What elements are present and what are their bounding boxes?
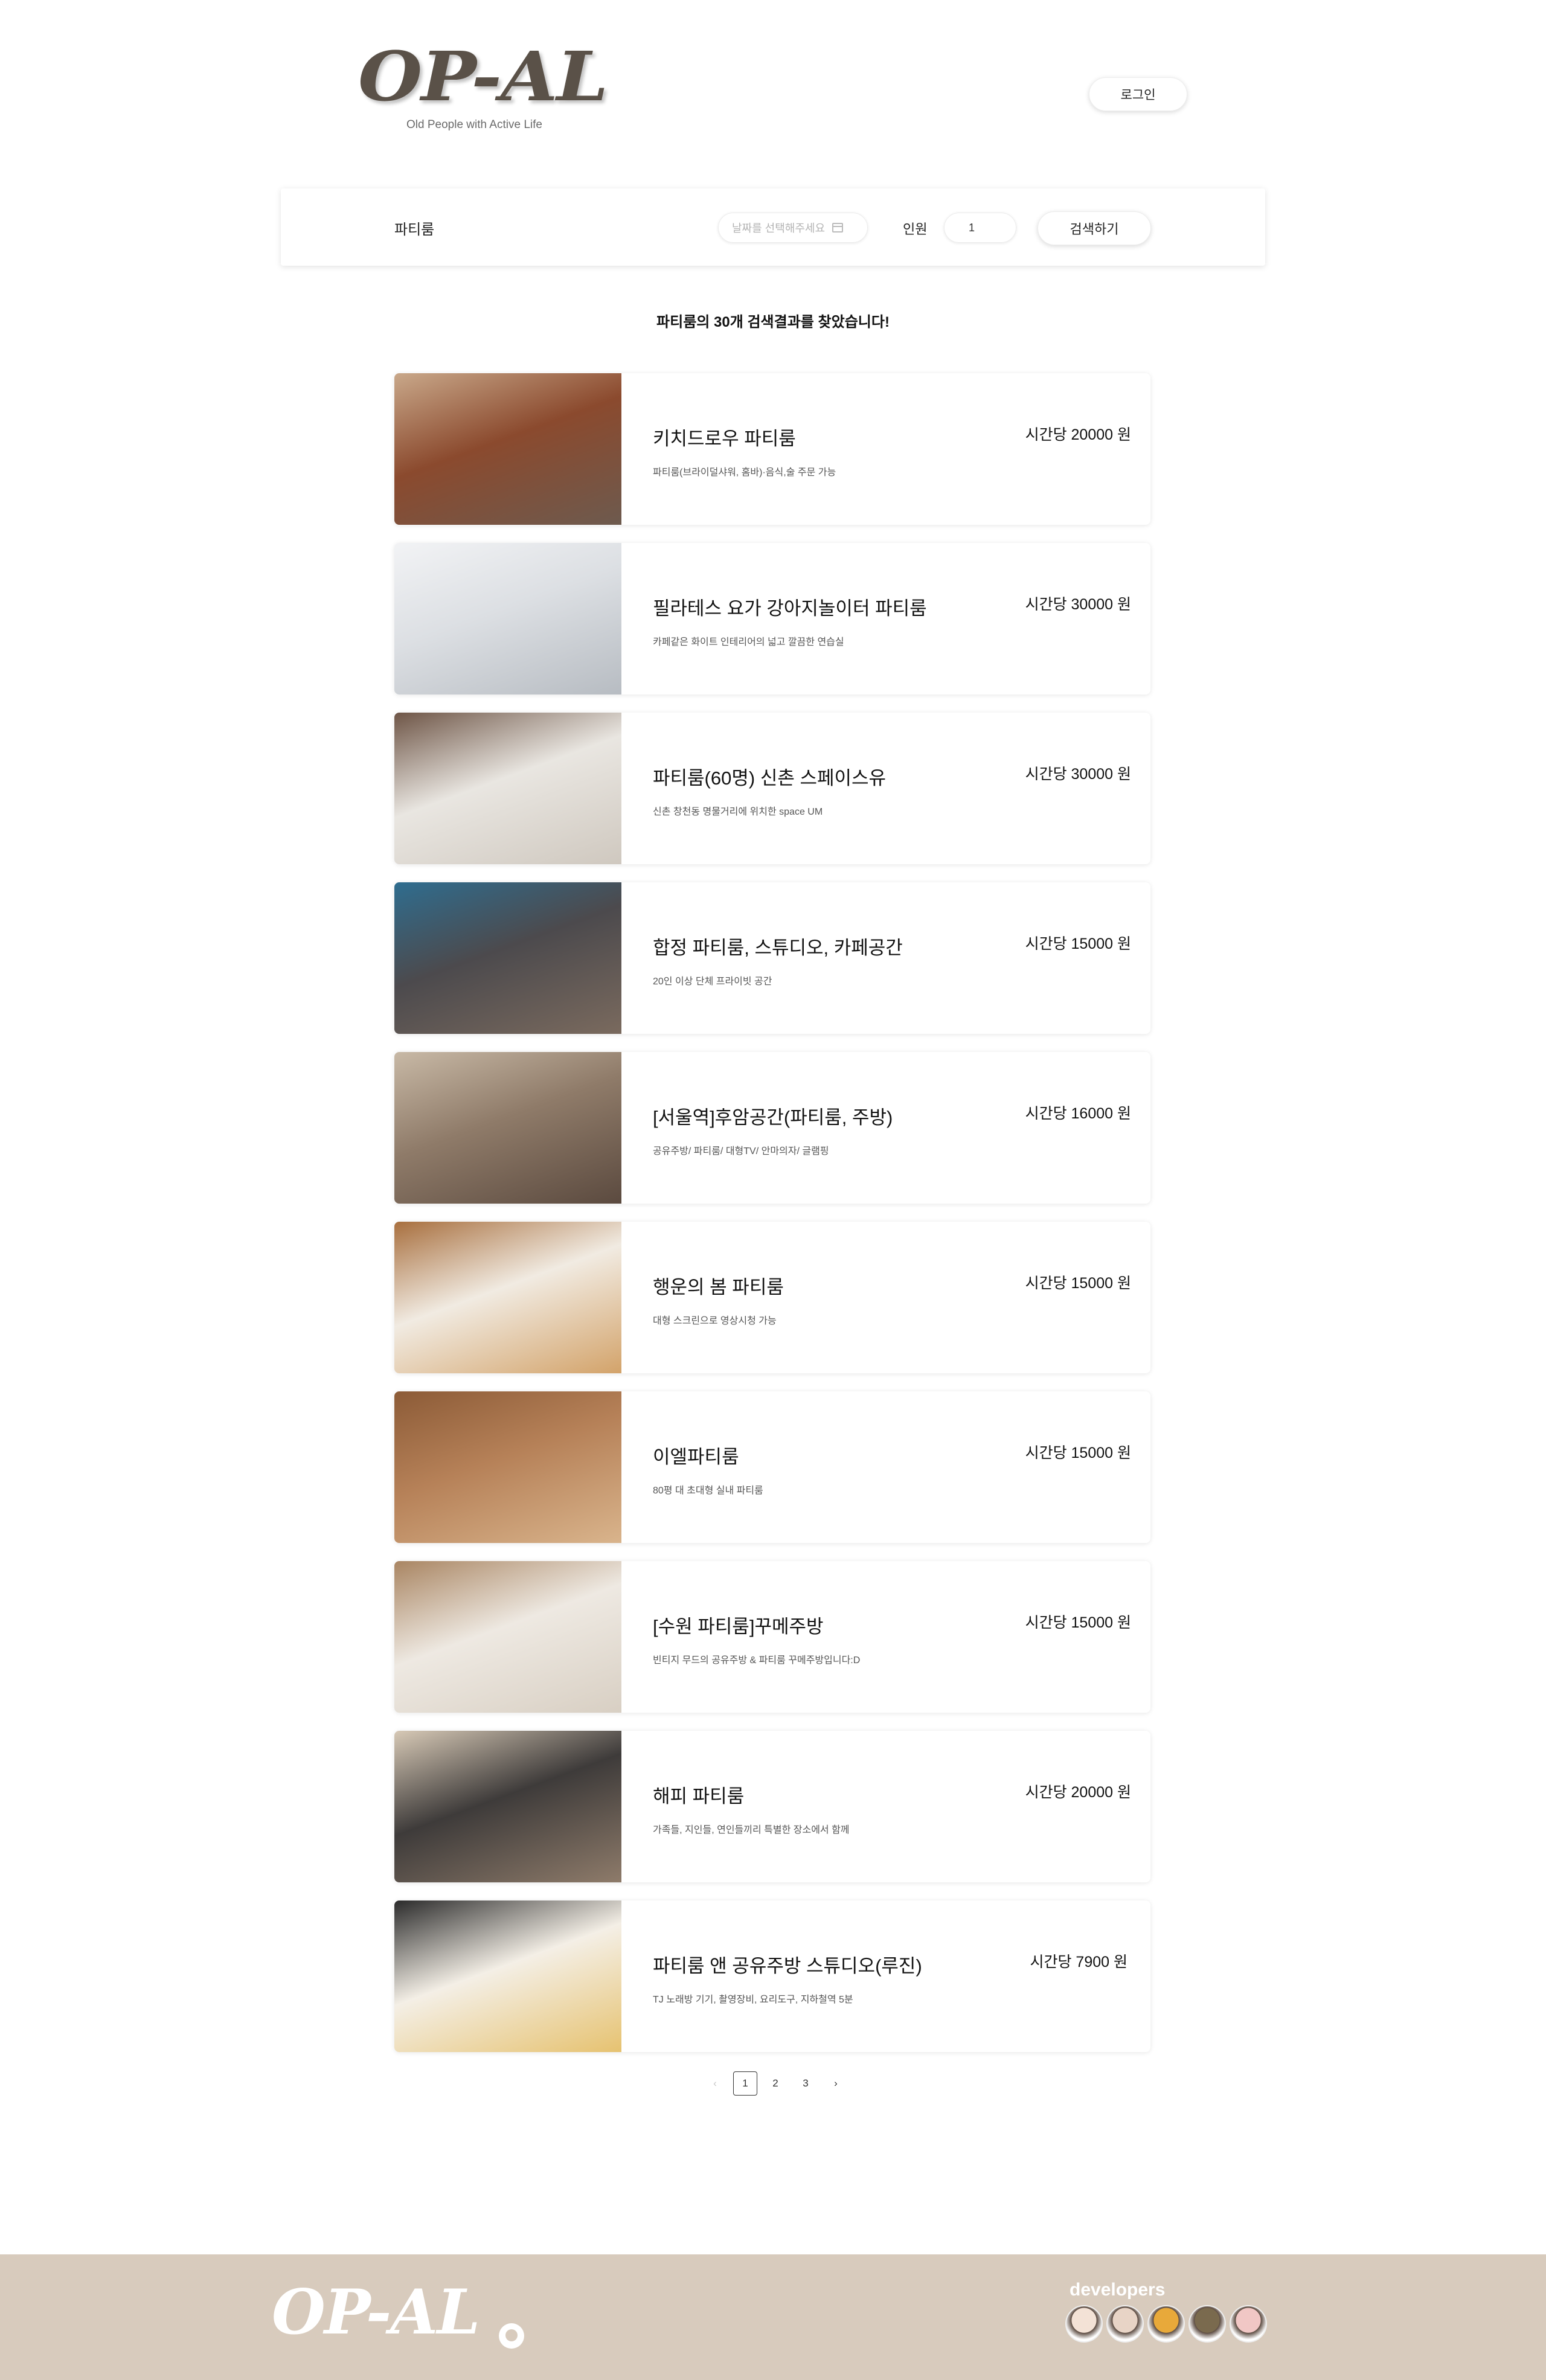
logo-text: OP-AL [358, 36, 608, 117]
github-icon[interactable] [499, 2323, 524, 2349]
room-price: 시간당 15000 원 [1025, 935, 1131, 952]
room-thumbnail[interactable] [394, 882, 621, 1034]
avatar[interactable] [1230, 2305, 1267, 2343]
room-price: 시간당 20000 원 [1025, 1784, 1131, 1801]
prev-page-button[interactable]: ‹ [703, 2071, 727, 2096]
room-description: 80평 대 초대형 실내 파티룸 [653, 1486, 763, 1496]
room-description: 신촌 창천동 명물거리에 위치한 space UM [653, 807, 823, 817]
list-item[interactable]: [수원 파티룸]꾸메주방 빈티지 무드의 공유주방 & 파티룸 꾸메주방입니다:… [394, 1561, 1150, 1713]
list-item[interactable]: 해피 파티룸 가족들, 지인들, 연인들끼리 특별한 장소에서 함께 시간당 2… [394, 1731, 1150, 1882]
next-page-button[interactable]: › [824, 2071, 848, 2096]
footer: OP-AL developers [0, 2254, 1546, 2380]
list-item[interactable]: 키치드로우 파티룸 파티룸(브라이덜샤워, 홈바)·음식,술 주문 가능 시간당… [394, 373, 1150, 525]
room-title[interactable]: 행운의 봄 파티룸 [653, 1272, 784, 1299]
room-thumbnail[interactable] [394, 543, 621, 694]
room-title[interactable]: [서울역]후암공간(파티룸, 주방) [653, 1102, 893, 1129]
room-thumbnail[interactable] [394, 1391, 621, 1543]
result-count-heading: 파티룸의 30개 검색결과를 찾았습니다! [656, 314, 890, 330]
room-title[interactable]: 이엘파티룸 [653, 1442, 739, 1469]
list-item[interactable]: 이엘파티룸 80평 대 초대형 실내 파티룸 시간당 15000 원 [394, 1391, 1150, 1543]
room-price: 시간당 15000 원 [1025, 1275, 1131, 1292]
room-description: 대형 스크린으로 영상시청 가능 [653, 1316, 777, 1326]
avatar[interactable] [1147, 2305, 1185, 2343]
search-bar: 파티룸 날짜를 선택해주세요 인원 1 검색하기 [281, 188, 1265, 266]
room-description: 빈티지 무드의 공유주방 & 파티룸 꾸메주방입니다:D [653, 1655, 861, 1666]
people-count-input[interactable]: 1 [944, 213, 1016, 243]
login-button[interactable]: 로그인 [1089, 77, 1187, 111]
pagination: ‹ 1 2 3 › [703, 2071, 854, 2096]
room-description: 20인 이상 단체 프라이빗 공간 [653, 977, 772, 987]
room-title[interactable]: 필라테스 요가 강아지놀이터 파티룸 [653, 593, 927, 620]
page-3-button[interactable]: 3 [794, 2071, 818, 2096]
room-price: 시간당 15000 원 [1025, 1445, 1131, 1461]
room-thumbnail[interactable] [394, 713, 621, 864]
list-item[interactable]: 파티룸(60명) 신촌 스페이스유 신촌 창천동 명물거리에 위치한 space… [394, 713, 1150, 864]
room-description: 가족들, 지인들, 연인들끼리 특별한 장소에서 함께 [653, 1825, 850, 1835]
list-item[interactable]: 합정 파티룸, 스튜디오, 카페공간 20인 이상 단체 프라이빗 공간 시간당… [394, 882, 1150, 1034]
avatar[interactable] [1188, 2305, 1226, 2343]
calendar-icon [832, 223, 844, 233]
avatar[interactable] [1065, 2305, 1103, 2343]
room-price: 시간당 15000 원 [1025, 1614, 1131, 1631]
room-title[interactable]: 합정 파티룸, 스튜디오, 카페공간 [653, 932, 903, 960]
room-title[interactable]: [수원 파티룸]꾸메주방 [653, 1611, 824, 1638]
logo-tagline: Old People with Active Life [406, 118, 542, 131]
list-item[interactable]: 행운의 봄 파티룸 대형 스크린으로 영상시청 가능 시간당 15000 원 [394, 1222, 1150, 1373]
room-thumbnail[interactable] [394, 1222, 621, 1373]
page-1-button[interactable]: 1 [733, 2071, 757, 2096]
date-placeholder: 날짜를 선택해주세요 [732, 222, 826, 234]
list-item[interactable]: 필라테스 요가 강아지놀이터 파티룸 카페같은 화이트 인테리어의 넓고 깔끔한… [394, 543, 1150, 694]
avatar[interactable] [1106, 2305, 1144, 2343]
brand-logo[interactable]: OP-AL Old People with Active Life [358, 37, 612, 140]
list-item[interactable]: 파티룸 앤 공유주방 스튜디오(루진) TJ 노래방 기기, 촬영장비, 요리도… [394, 1900, 1150, 2052]
room-title[interactable]: 해피 파티룸 [653, 1781, 744, 1808]
room-description: TJ 노래방 기기, 촬영장비, 요리도구, 지하철역 5분 [653, 1995, 853, 2005]
room-title[interactable]: 파티룸 앤 공유주방 스튜디오(루진) [653, 1951, 922, 1978]
people-label: 인원 [903, 222, 928, 237]
search-button[interactable]: 검색하기 [1038, 211, 1151, 245]
date-picker-input[interactable]: 날짜를 선택해주세요 [718, 213, 868, 243]
room-description: 카페같은 화이트 인테리어의 넓고 깔끔한 연습실 [653, 637, 844, 647]
room-description: 공유주방/ 파티룸/ 대형TV/ 안마의자/ 글램핑 [653, 1146, 829, 1156]
room-price: 시간당 20000 원 [1025, 426, 1131, 443]
room-price: 시간당 16000 원 [1025, 1105, 1131, 1122]
room-price: 시간당 30000 원 [1025, 596, 1131, 613]
page-2-button[interactable]: 2 [763, 2071, 787, 2096]
footer-logo: OP-AL [272, 2276, 480, 2349]
room-description: 파티룸(브라이덜샤워, 홈바)·음식,술 주문 가능 [653, 467, 836, 478]
room-thumbnail[interactable] [394, 1900, 621, 2052]
category-label: 파티룸 [394, 222, 435, 238]
room-price: 시간당 7900 원 [1030, 1954, 1127, 1971]
room-price: 시간당 30000 원 [1025, 766, 1131, 783]
room-title[interactable]: 키치드로우 파티룸 [653, 423, 796, 451]
developers-label: developers [1070, 2280, 1166, 2300]
room-thumbnail[interactable] [394, 1052, 621, 1204]
room-title[interactable]: 파티룸(60명) 신촌 스페이스유 [653, 763, 886, 790]
developer-avatars [1065, 2305, 1271, 2343]
room-thumbnail[interactable] [394, 373, 621, 525]
room-thumbnail[interactable] [394, 1561, 621, 1713]
room-thumbnail[interactable] [394, 1731, 621, 1882]
list-item[interactable]: [서울역]후암공간(파티룸, 주방) 공유주방/ 파티룸/ 대형TV/ 안마의자… [394, 1052, 1150, 1204]
